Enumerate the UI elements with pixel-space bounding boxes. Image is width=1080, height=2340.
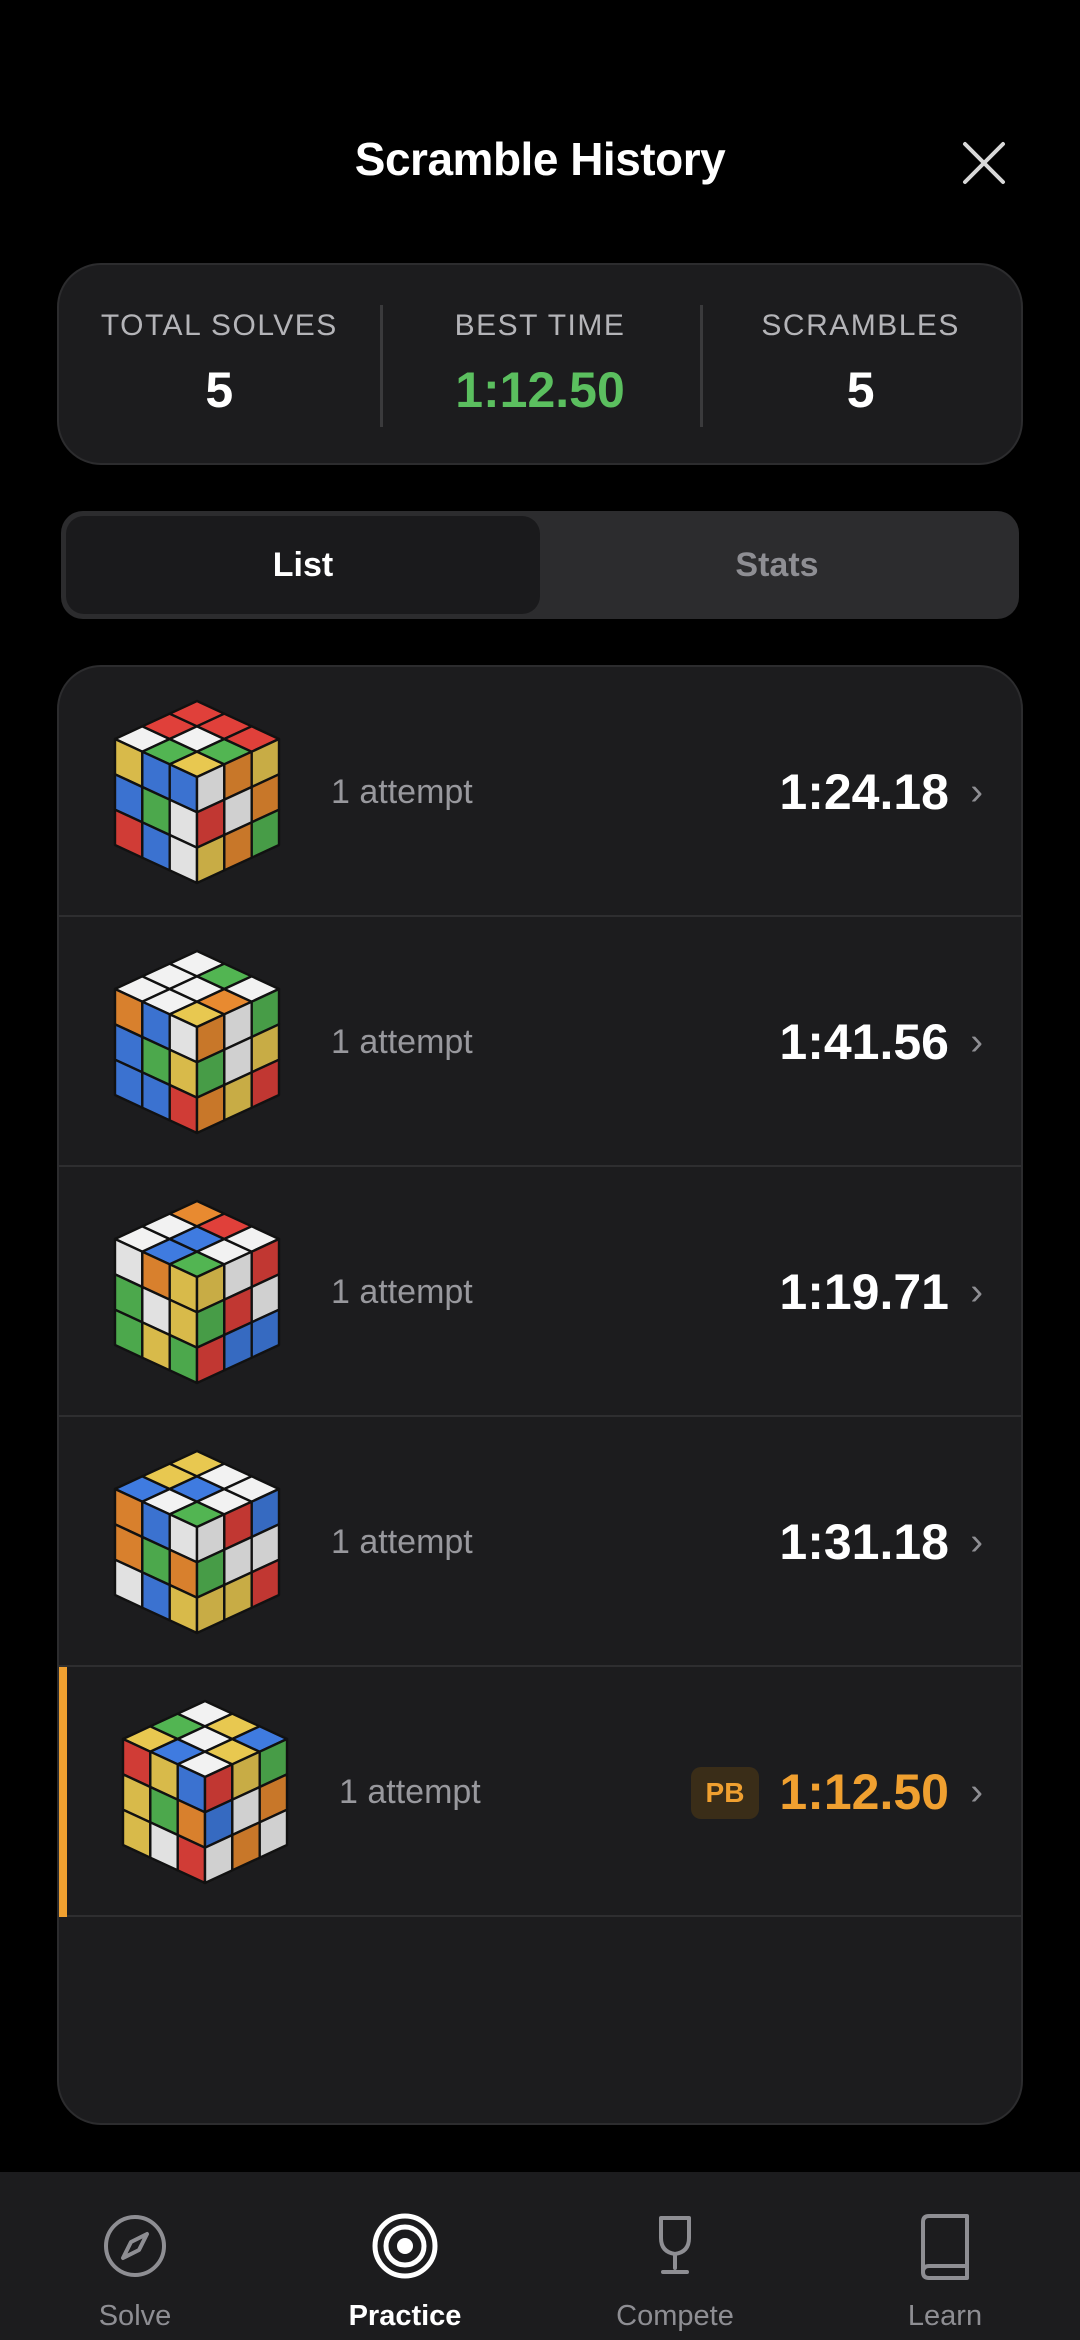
tab-label: Practice: [348, 2300, 462, 2332]
target-icon: [372, 2213, 438, 2279]
cube-preview: [121, 1699, 289, 1885]
chevron-right-icon: ›: [970, 771, 983, 813]
attempts-label: 1 attempt: [331, 773, 473, 811]
best-time-value: 1:12.50: [455, 362, 625, 418]
chevron-right-icon: ›: [970, 1521, 983, 1563]
chevron-right-icon: ›: [970, 1021, 983, 1063]
view-segmented-control: List Stats: [61, 511, 1019, 619]
cube-preview: [113, 1199, 281, 1385]
book-icon: [921, 2214, 969, 2280]
solve-time: 1:12.50: [779, 1764, 949, 1820]
cube-preview: [113, 699, 281, 885]
bottom-tab-bar: Solve Practice Compete Learn: [0, 2172, 1080, 2340]
chevron-right-icon: ›: [970, 1771, 983, 1813]
tab-practice[interactable]: Practice: [270, 2172, 540, 2340]
attempts-label: 1 attempt: [331, 1023, 473, 1061]
scramble-row[interactable]: 1 attempt PB 1:12.50 ›: [59, 1667, 1021, 1917]
header: Scramble History: [0, 110, 1080, 220]
cube-preview: [113, 1449, 281, 1635]
tab-solve[interactable]: Solve: [0, 2172, 270, 2340]
tab-label: Learn: [907, 2300, 983, 2332]
close-button[interactable]: [955, 134, 1013, 192]
compass-icon: [104, 2215, 166, 2277]
tab-label: Solve: [98, 2300, 172, 2332]
best-time-label: BEST TIME: [454, 309, 626, 342]
summary-card: TOTAL SOLVES 5 BEST TIME 1:12.50 SCRAMBL…: [57, 263, 1023, 465]
scrambles-value: 5: [846, 362, 875, 418]
attempts-label: 1 attempt: [331, 1273, 473, 1311]
scramble-row[interactable]: 1 attempt 1:19.71 ›: [59, 1167, 1021, 1417]
total-solves-stat: TOTAL SOLVES 5: [59, 265, 380, 463]
scramble-row[interactable]: 1 attempt 1:41.56 ›: [59, 917, 1021, 1167]
pb-indicator-bar: [59, 1667, 67, 1917]
scramble-list: 1 attempt 1:24.18 › 1 attempt 1:41.56 › 1 atte…: [57, 665, 1023, 2125]
pb-badge: PB: [691, 1767, 759, 1819]
solve-time: 1:19.71: [779, 1264, 949, 1320]
solve-time: 1:31.18: [779, 1514, 949, 1570]
scramble-row[interactable]: 1 attempt 1:24.18 ›: [59, 667, 1021, 917]
close-icon: [963, 142, 1005, 184]
attempts-label: 1 attempt: [339, 1773, 481, 1811]
best-time-stat: BEST TIME 1:12.50: [379, 265, 701, 463]
tab-label: Compete: [616, 2300, 734, 2332]
total-solves-value: 5: [205, 362, 234, 418]
page-title: Scramble History: [354, 133, 726, 185]
solve-time: 1:41.56: [779, 1014, 949, 1070]
scrambles-stat: SCRAMBLES 5: [700, 265, 1021, 463]
chevron-right-icon: ›: [970, 1271, 983, 1313]
tab-compete[interactable]: Compete: [540, 2172, 810, 2340]
attempts-label: 1 attempt: [331, 1523, 473, 1561]
scramble-row[interactable]: 1 attempt 1:31.18 ›: [59, 1417, 1021, 1667]
scrambles-label: SCRAMBLES: [761, 309, 960, 342]
tab-learn[interactable]: Learn: [810, 2172, 1080, 2340]
solve-time: 1:24.18: [779, 764, 949, 820]
total-solves-label: TOTAL SOLVES: [100, 309, 338, 342]
trophy-icon: [659, 2216, 691, 2274]
segment-stats[interactable]: Stats: [540, 516, 1014, 614]
cube-preview: [113, 949, 281, 1135]
segment-list[interactable]: List: [66, 516, 540, 614]
